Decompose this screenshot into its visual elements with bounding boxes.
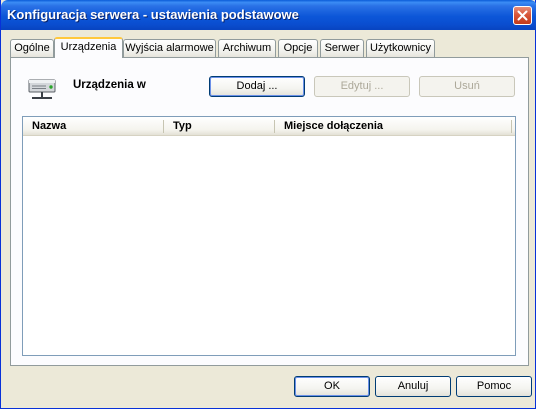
tab-archiwum[interactable]: Archiwum [218, 39, 276, 57]
column-header-nazwa[interactable]: Nazwa [23, 117, 163, 135]
column-separator[interactable] [511, 120, 512, 133]
cancel-button[interactable]: Anuluj [375, 376, 451, 397]
add-device-button[interactable]: Dodaj ... [209, 76, 305, 97]
tab-uzytkownicy[interactable]: Użytkownicy [366, 39, 435, 57]
tab-ogolne[interactable]: Ogólne [10, 39, 54, 57]
tab-urzadzenia[interactable]: Urządzenia [54, 37, 123, 58]
window-title: Konfiguracja serwera - ustawienia podsta… [7, 7, 299, 22]
tab-wyjscia-alarmowe[interactable]: Wyjścia alarmowe [123, 39, 216, 57]
column-header-miejsce-dolaczenia[interactable]: Miejsce dołączenia [275, 117, 511, 135]
devices-list-header: Nazwa Typ Miejsce dołączenia [23, 117, 515, 136]
close-button[interactable] [513, 6, 532, 25]
column-header-typ[interactable]: Typ [164, 117, 274, 135]
tab-panel-urzadzenia: Urządzenia w Dodaj ... Edytuj ... Usuń N… [10, 57, 529, 366]
close-icon [517, 10, 528, 21]
devices-heading: Urządzenia w [73, 79, 146, 91]
dialog-window: Konfiguracja serwera - ustawienia podsta… [0, 0, 536, 409]
help-button[interactable]: Pomoc [456, 376, 532, 397]
tab-opcje[interactable]: Opcje [278, 39, 318, 57]
ok-button[interactable]: OK [294, 376, 370, 397]
edit-device-button[interactable]: Edytuj ... [314, 76, 410, 97]
delete-device-button[interactable]: Usuń [419, 76, 515, 97]
network-device-icon [28, 77, 58, 103]
tab-serwer[interactable]: Serwer [320, 39, 364, 57]
devices-list[interactable]: Nazwa Typ Miejsce dołączenia [22, 116, 516, 356]
title-bar[interactable]: Konfiguracja serwera - ustawienia podsta… [1, 0, 536, 30]
